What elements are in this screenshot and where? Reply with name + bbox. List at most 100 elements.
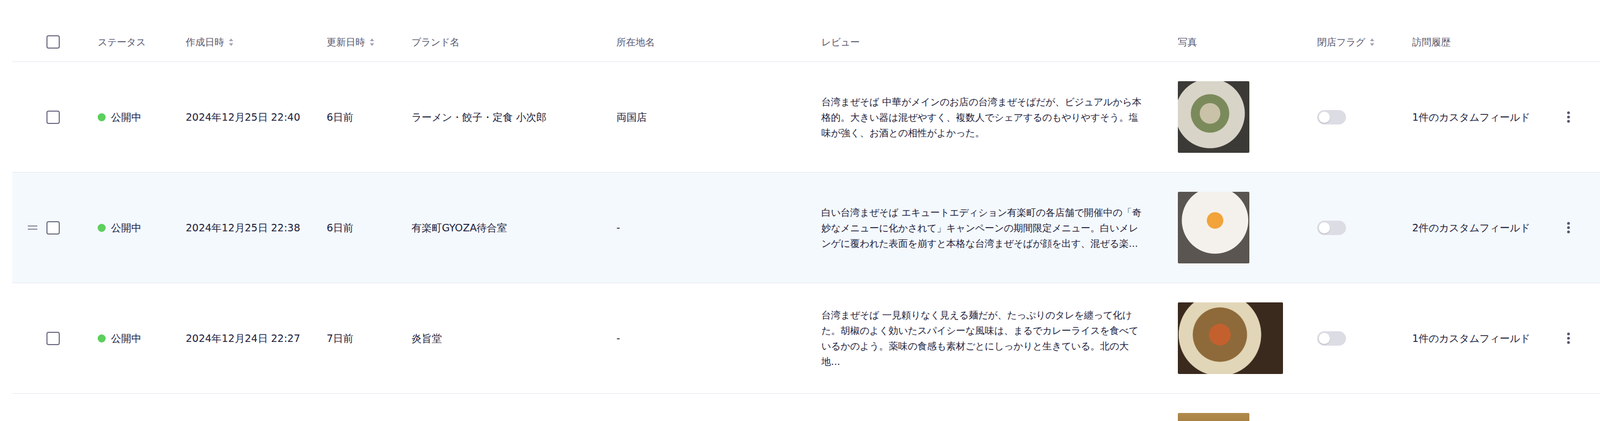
toggle-knob: [1318, 111, 1330, 123]
review-cell: 白い台湾まぜそば エキュートエディション有楽町の各店舗で開催中の「奇妙なメニュー…: [821, 204, 1178, 251]
photo-cell: [1177, 191, 1318, 264]
updated-cell: 6日前: [326, 109, 412, 125]
created-text: 2024年12月25日 22:38: [185, 221, 301, 234]
column-label: ステータス: [97, 35, 146, 49]
toggle-knob: [1318, 222, 1330, 234]
column-header: 所在地名: [616, 35, 822, 49]
visits-text: 1件のカスタムフィールド: [1412, 111, 1531, 123]
photo-thumbnail[interactable]: [1177, 412, 1250, 421]
photo-cell: [1177, 412, 1318, 421]
row-checkbox[interactable]: [46, 220, 60, 235]
updated-text: 6日前: [326, 111, 354, 123]
select-all-checkbox[interactable]: [46, 35, 60, 49]
column-label: 訪問履歴: [1412, 35, 1451, 49]
review-cell: 台湾まぜそば 一見頼りなく見える麺だが、たっぷりのタレを纏って化けた。胡椒のよく…: [821, 306, 1178, 369]
visits-cell: 1件のカスタムフィールド: [1412, 109, 1554, 125]
column-label: 写真: [1177, 35, 1198, 49]
drag-handle-icon[interactable]: [27, 224, 38, 231]
closed-flag-cell: [1317, 220, 1413, 235]
status: 公開中: [97, 219, 180, 235]
menu-cell: [1553, 331, 1600, 344]
table-row[interactable]: [12, 393, 1600, 421]
review-text: 台湾まぜそば 中華がメインのお店の台湾まぜそばだが、ビジュアルから本格的。大きい…: [821, 93, 1147, 141]
brand-cell: 炎旨堂: [411, 330, 617, 346]
more-icon[interactable]: [1566, 221, 1571, 234]
brand-text: 有楽町GYOZA待合室: [411, 221, 508, 234]
status-label: 公開中: [111, 330, 142, 346]
created-text: 2024年12月24日 22:27: [185, 331, 301, 344]
location-cell: -: [616, 330, 822, 346]
brand-cell: ラーメン・餃子・定食 小次郎: [411, 109, 617, 125]
table-row[interactable]: 公開中 2024年12月25日 22:38 6日前 有楽町GYOZA待合室 - 白い台湾ま…: [12, 172, 1600, 283]
column-label: レビュー: [821, 35, 860, 49]
updated-text: 7日前: [326, 331, 354, 344]
status-label: 公開中: [111, 109, 142, 125]
table-row[interactable]: 公開中 2024年12月24日 22:27 7日前 炎旨堂 - 台湾まぜそば 一見頼りなく…: [12, 282, 1600, 394]
column-header: ブランド名: [411, 35, 617, 49]
status-cell: 公開中: [97, 109, 186, 125]
updated-text: 6日前: [326, 221, 354, 234]
column-header[interactable]: 閉店フラグ: [1317, 35, 1413, 49]
column-label: 作成日時: [185, 35, 225, 49]
column-label: ブランド名: [411, 35, 460, 49]
menu-cell: [1553, 111, 1600, 123]
closed-toggle[interactable]: [1317, 330, 1346, 346]
toggle-knob: [1318, 332, 1330, 344]
visits-cell: 1件のカスタムフィールド: [1412, 330, 1554, 346]
closed-flag-cell: [1317, 109, 1413, 125]
status: 公開中: [97, 330, 180, 346]
more-icon[interactable]: [1566, 331, 1571, 344]
review-cell: 台湾まぜそば 中華がメインのお店の台湾まぜそばだが、ビジュアルから本格的。大きい…: [821, 93, 1178, 141]
created-text: 2024年12月25日 22:40: [185, 111, 301, 123]
status-cell: 公開中: [97, 330, 186, 346]
status-dot: [97, 334, 106, 343]
column-header: 写真: [1177, 35, 1318, 49]
created-cell: 2024年12月25日 22:40: [185, 109, 327, 125]
status-dot: [97, 223, 106, 232]
status-label: 公開中: [111, 219, 142, 235]
column-header: ステータス: [97, 35, 186, 49]
closed-toggle[interactable]: [1317, 220, 1346, 235]
location-cell: -: [616, 219, 822, 235]
visits-text: 1件のカスタムフィールド: [1412, 331, 1531, 344]
photo-cell: [1177, 302, 1318, 374]
column-header: レビュー: [821, 35, 1178, 49]
updated-cell: 6日前: [326, 219, 412, 235]
column-header[interactable]: 更新日時: [326, 35, 412, 49]
menu-cell: [1553, 221, 1600, 234]
photo-thumbnail[interactable]: [1177, 191, 1250, 264]
column-label: 閉店フラグ: [1317, 35, 1366, 49]
visits-text: 2件のカスタムフィールド: [1412, 221, 1531, 234]
column-header[interactable]: 作成日時: [185, 35, 327, 49]
closed-flag-cell: [1317, 330, 1413, 346]
closed-toggle[interactable]: [1317, 109, 1346, 125]
photo-thumbnail[interactable]: [1177, 302, 1283, 374]
select-all-cell: [42, 35, 98, 49]
location-text: -: [616, 221, 621, 234]
row-checkbox[interactable]: [46, 110, 60, 124]
table-row[interactable]: 公開中 2024年12月25日 22:40 6日前 ラーメン・餃子・定食 小次郎 両国店…: [12, 61, 1600, 173]
brand-text: ラーメン・餃子・定食 小次郎: [411, 111, 547, 123]
more-icon[interactable]: [1566, 111, 1571, 123]
review-text: 白い台湾まぜそば エキュートエディション有楽町の各店舗で開催中の「奇妙なメニュー…: [821, 204, 1147, 251]
sort-icon[interactable]: [1369, 37, 1375, 47]
updated-cell: 7日前: [326, 330, 412, 346]
location-text: 両国店: [616, 111, 647, 123]
row-checkbox[interactable]: [46, 331, 60, 345]
content-table: ステータス 作成日時 更新日時 ブランド名 所在地名レビュー 写真 閉店フラグ 訪問履歴公開中…: [12, 0, 1600, 421]
location-cell: 両国店: [616, 109, 822, 125]
photo-cell: [1177, 81, 1318, 153]
status-dot: [97, 113, 106, 122]
brand-text: 炎旨堂: [411, 331, 442, 344]
status: 公開中: [97, 109, 180, 125]
column-label: 更新日時: [326, 35, 366, 49]
photo-thumbnail[interactable]: [1177, 81, 1250, 153]
sort-icon[interactable]: [369, 37, 375, 47]
location-text: -: [616, 331, 621, 344]
sort-icon[interactable]: [228, 37, 234, 47]
visits-cell: 2件のカスタムフィールド: [1412, 219, 1554, 235]
brand-cell: 有楽町GYOZA待合室: [411, 219, 617, 235]
created-cell: 2024年12月24日 22:27: [185, 330, 327, 346]
created-cell: 2024年12月25日 22:38: [185, 219, 327, 235]
status-cell: 公開中: [97, 219, 186, 235]
